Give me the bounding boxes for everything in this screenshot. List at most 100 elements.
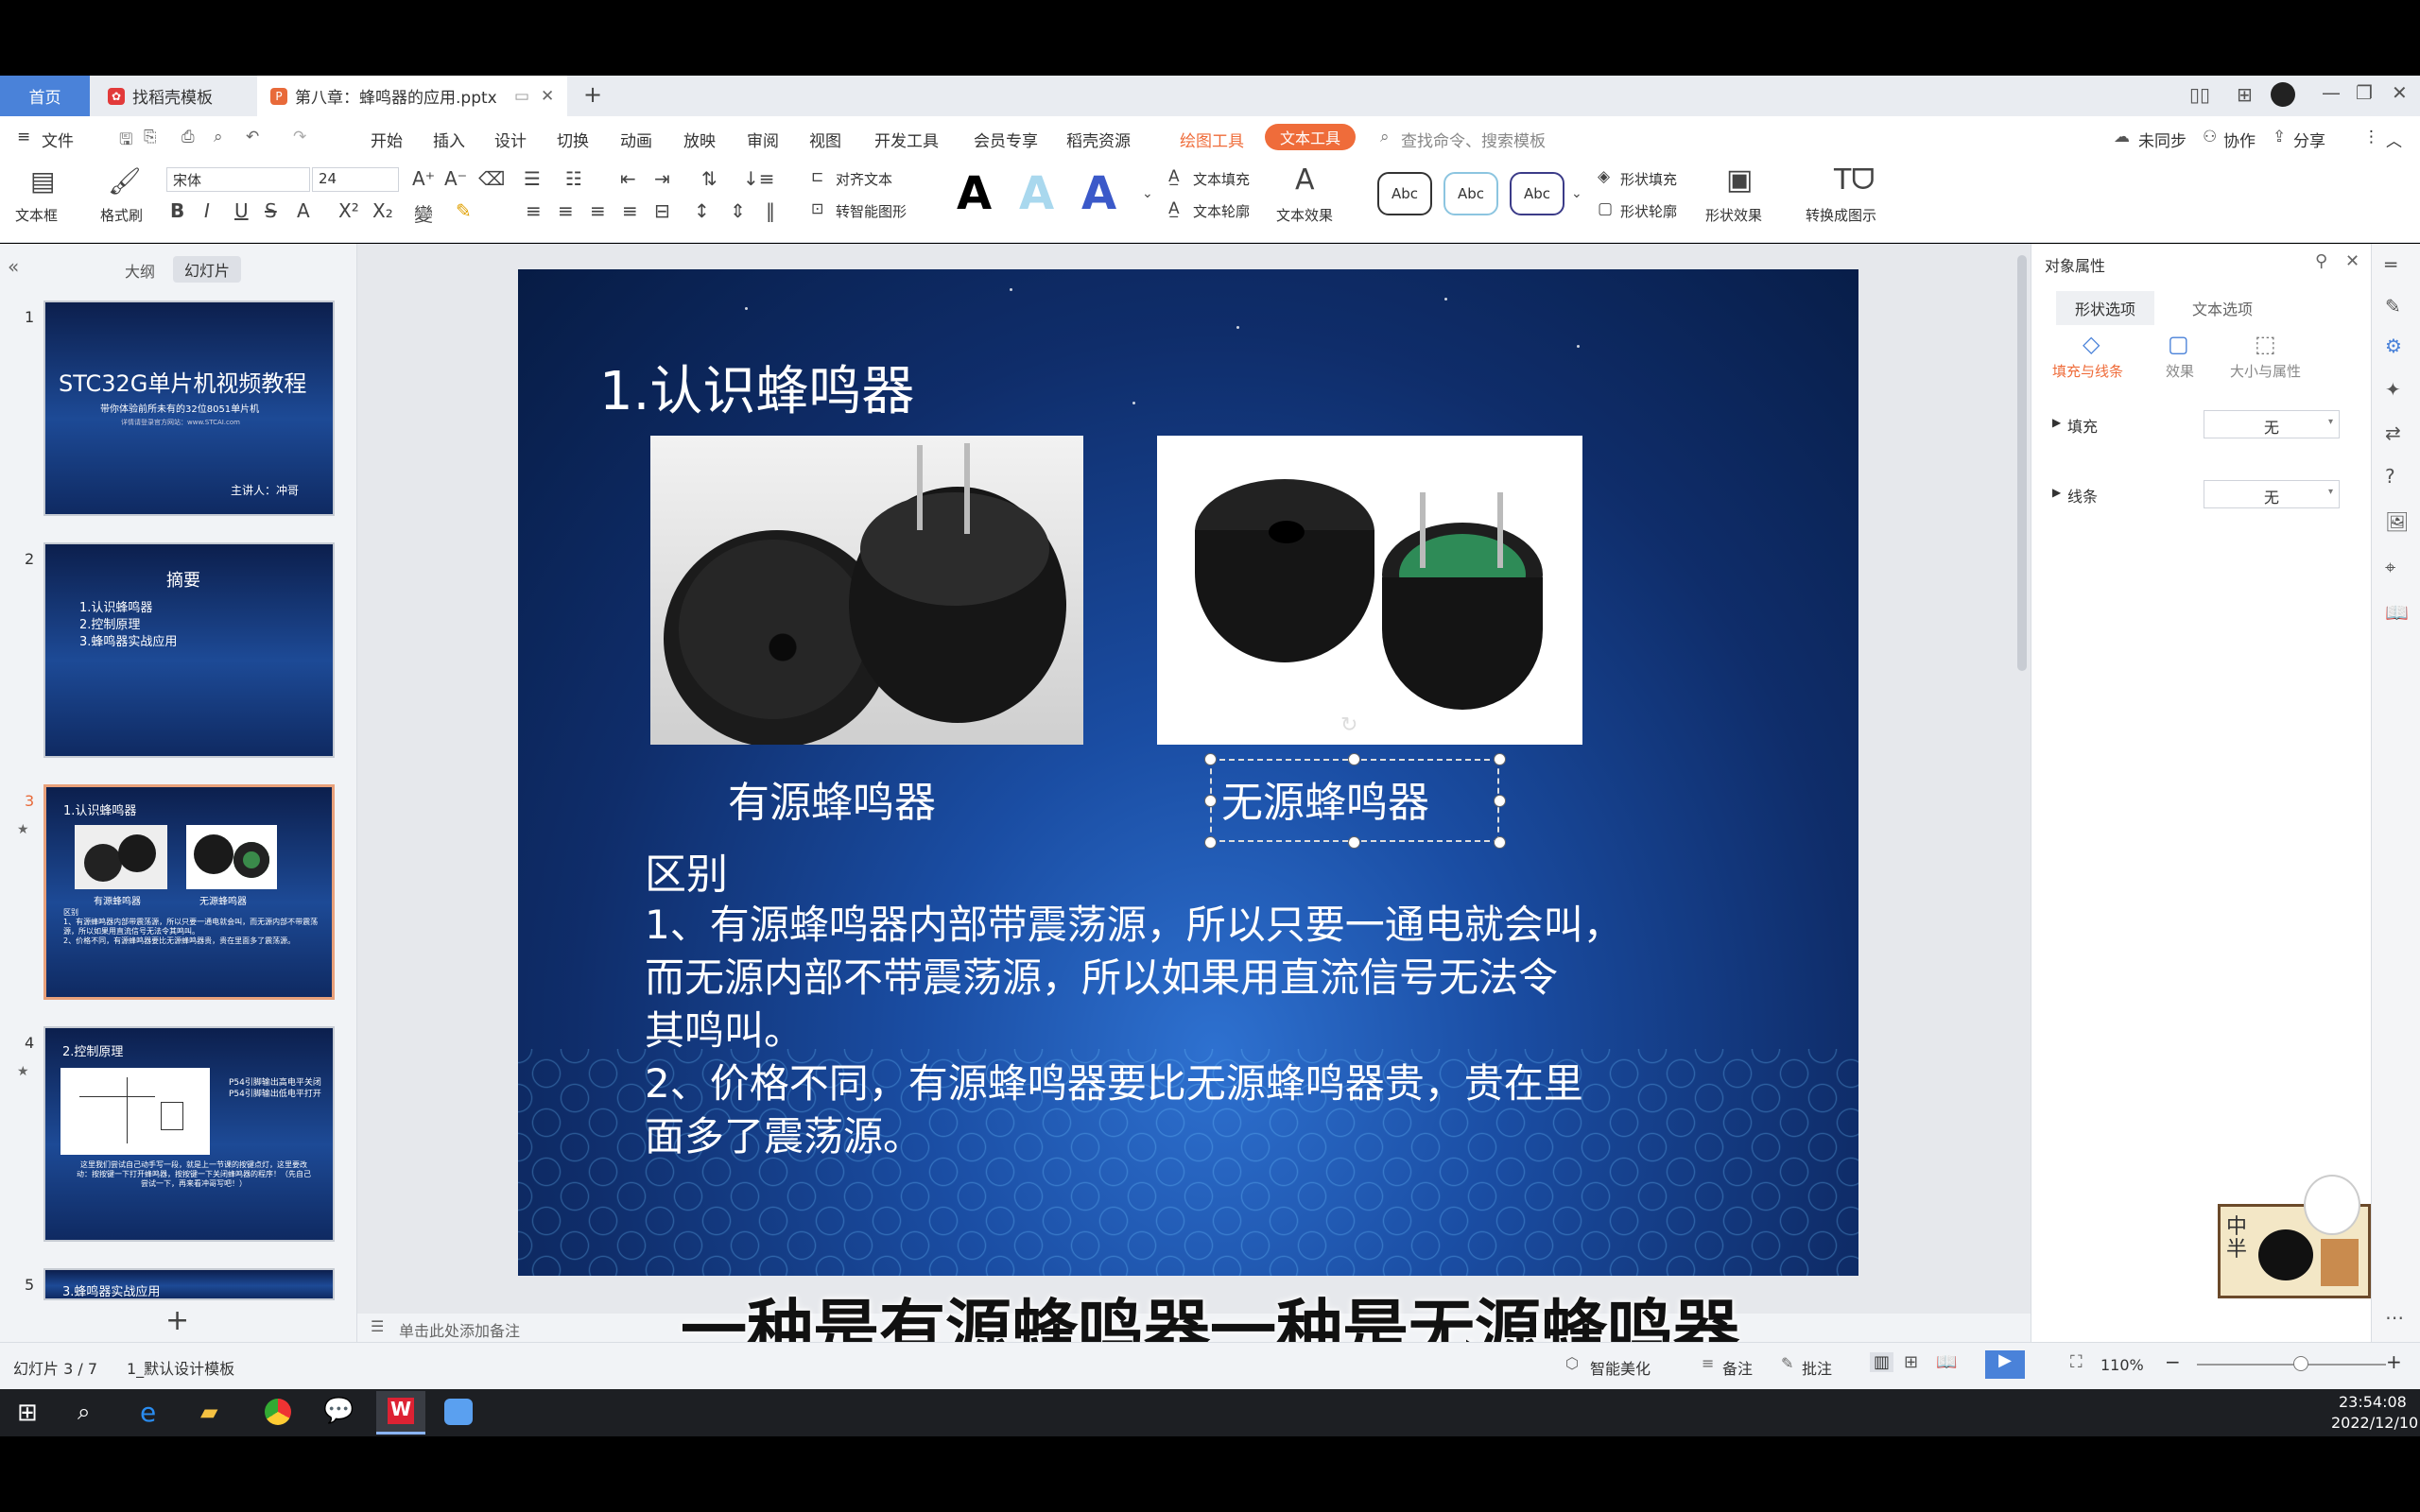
sort-icon[interactable]: ↓≡ bbox=[743, 167, 775, 190]
zoom-out-icon[interactable]: − bbox=[2165, 1350, 2181, 1373]
resize-handle[interactable] bbox=[1494, 836, 1506, 849]
notes-toggle-button[interactable]: 备注 bbox=[1722, 1356, 1753, 1379]
resize-handle[interactable] bbox=[1204, 753, 1217, 765]
align-center-icon[interactable]: ≡ bbox=[558, 199, 574, 222]
preview-icon[interactable]: ⌕ bbox=[214, 128, 223, 146]
font-grow-icon[interactable]: A⁺ bbox=[412, 167, 435, 190]
increase-indent-icon[interactable]: ⇥ bbox=[654, 167, 670, 190]
wechat-icon[interactable]: 💬 bbox=[323, 1397, 354, 1425]
font-shrink-icon[interactable]: A⁻ bbox=[444, 167, 467, 190]
menu-design[interactable]: 设计 bbox=[494, 128, 527, 151]
active-buzzer-photo[interactable] bbox=[650, 436, 1083, 745]
sorter-view-icon[interactable]: ⊞ bbox=[1904, 1352, 1918, 1372]
location-icon[interactable]: ⌖ bbox=[2385, 556, 2395, 578]
print-icon[interactable]: ⎙ bbox=[182, 128, 195, 146]
fill-select[interactable]: 无 ▾ bbox=[2204, 410, 2340, 438]
window-icon[interactable]: ▭ bbox=[514, 87, 529, 106]
distribute-icon[interactable]: ⊟ bbox=[654, 199, 670, 222]
clock-date[interactable]: 2022/12/10 bbox=[2331, 1414, 2418, 1432]
tab-home[interactable]: 首页 bbox=[0, 76, 90, 116]
text-style-light[interactable]: A bbox=[1019, 167, 1054, 220]
menu-devtools[interactable]: 开发工具 bbox=[874, 128, 939, 151]
grid-icon[interactable]: ⊞ bbox=[2237, 83, 2253, 106]
numbering-icon[interactable]: ☷ bbox=[565, 167, 582, 190]
text-effect-button[interactable]: 文本效果 bbox=[1276, 205, 1333, 225]
picture-icon[interactable]: 🖼 bbox=[2385, 510, 2409, 533]
transition-icon[interactable]: ⇄ bbox=[2385, 421, 2401, 444]
shape-effect-button[interactable]: 形状效果 bbox=[1705, 205, 1762, 225]
superscript-icon[interactable]: X² bbox=[338, 199, 359, 222]
format-painter-button[interactable]: 格式刷 bbox=[100, 205, 143, 225]
menu-start[interactable]: 开始 bbox=[371, 128, 403, 151]
bullets-icon[interactable]: ☰ bbox=[524, 167, 541, 190]
menu-view[interactable]: 视图 bbox=[809, 128, 841, 151]
line-select[interactable]: 无 ▾ bbox=[2204, 480, 2340, 508]
menu-file[interactable]: 文件 bbox=[42, 128, 74, 151]
more-icon[interactable]: ⋮ bbox=[2363, 128, 2379, 146]
passive-buzzer-photo[interactable] bbox=[1157, 436, 1582, 745]
sync-status[interactable]: 未同步 bbox=[2138, 128, 2187, 151]
shape-style-1[interactable]: Abc bbox=[1377, 172, 1432, 215]
menu-transition[interactable]: 切换 bbox=[557, 128, 589, 151]
justify-icon[interactable]: ≡ bbox=[622, 199, 638, 222]
textbox-button[interactable]: 文本框 bbox=[15, 205, 58, 225]
slide-title[interactable]: 1.认识蜂鸣器 bbox=[599, 349, 914, 425]
zoom-in-icon[interactable]: + bbox=[2386, 1350, 2402, 1373]
reading-view-icon[interactable]: 📖 bbox=[1936, 1352, 1957, 1372]
hamburger-icon[interactable]: ≡ bbox=[17, 128, 30, 146]
align-text-button[interactable]: 对齐文本 bbox=[836, 169, 892, 189]
file-explorer-icon[interactable]: ▰ bbox=[200, 1399, 217, 1425]
rotate-handle-icon[interactable]: ↻ bbox=[1340, 713, 1357, 737]
convert-graphic-button[interactable]: 转换成图示 bbox=[1806, 205, 1876, 225]
properties-icon[interactable]: ⚙ bbox=[2385, 335, 2402, 357]
body-line[interactable]: 而无源内部不带震荡源，所以如果用直流信号无法令 bbox=[645, 946, 1558, 1004]
search-icon[interactable]: ⌕ bbox=[78, 1399, 90, 1425]
difference-heading[interactable]: 区别 bbox=[645, 840, 728, 901]
shape-style-3[interactable]: Abc bbox=[1510, 172, 1564, 215]
collapse-pane-icon[interactable]: « bbox=[8, 255, 19, 278]
resize-handle[interactable] bbox=[1494, 753, 1506, 765]
decrease-indent-icon[interactable]: ⇤ bbox=[620, 167, 636, 190]
align-right-icon[interactable]: ≡ bbox=[590, 199, 606, 222]
fill-label[interactable]: 填充 bbox=[2067, 414, 2098, 437]
panel-title[interactable]: 对象属性 bbox=[2045, 253, 2105, 276]
menu-docer[interactable]: 稻壳资源 bbox=[1066, 128, 1131, 151]
redo-icon[interactable]: ↷ bbox=[293, 128, 306, 146]
export-icon[interactable]: ⎘ bbox=[144, 128, 157, 146]
tab-document[interactable]: P 第八章：蜂鸣器的应用.pptx ▭ ✕ bbox=[257, 76, 567, 116]
menu-insert[interactable]: 插入 bbox=[433, 128, 465, 151]
body-line[interactable]: 面多了震荡源。 bbox=[645, 1105, 923, 1162]
subtab-fill-line[interactable]: 填充与线条 bbox=[2052, 361, 2123, 381]
normal-view-icon[interactable]: ▥ bbox=[1870, 1352, 1894, 1372]
caption-active-buzzer[interactable]: 有源蜂鸣器 bbox=[728, 768, 936, 829]
smart-beautify-button[interactable]: 智能美化 bbox=[1590, 1356, 1651, 1379]
close-window-icon[interactable]: ✕ bbox=[2392, 81, 2408, 104]
more-tools-icon[interactable]: ═ bbox=[2385, 253, 2396, 276]
text-direction-icon[interactable]: ⇅ bbox=[701, 167, 717, 190]
columns-icon[interactable]: ‖ bbox=[766, 199, 775, 222]
underline-icon[interactable]: U bbox=[234, 199, 249, 222]
shape-style-2[interactable]: Abc bbox=[1443, 172, 1498, 215]
italic-icon[interactable]: I bbox=[204, 199, 210, 222]
command-search-input[interactable]: 查找命令、搜索模板 bbox=[1401, 128, 1546, 151]
layout-icon[interactable]: ▯▯ bbox=[2189, 83, 2210, 106]
resize-handle[interactable] bbox=[1494, 795, 1506, 807]
undo-icon[interactable]: ↶ bbox=[246, 128, 259, 146]
slide-thumb-3[interactable]: 1.认识蜂鸣器 有源蜂鸣器 无源蜂鸣器 区别 1、有源蜂鸣器内部带震荡源，所以只… bbox=[43, 784, 335, 1000]
text-outline-button[interactable]: 文本轮廓 bbox=[1193, 201, 1250, 221]
play-slideshow-icon[interactable]: ▶ bbox=[1985, 1350, 2025, 1379]
edge-icon[interactable]: e bbox=[140, 1397, 156, 1428]
tab-text-options[interactable]: 文本选项 bbox=[2192, 297, 2253, 319]
highlight-icon[interactable]: ✎ bbox=[456, 199, 472, 222]
body-line[interactable]: 2、价格不同，有源蜂鸣器要比无源蜂鸣器贵，贵在里 bbox=[645, 1052, 1583, 1109]
chrome-icon[interactable] bbox=[265, 1399, 291, 1425]
fit-window-icon[interactable]: ⛶ bbox=[2070, 1352, 2083, 1372]
shape-outline-button[interactable]: 形状轮廓 bbox=[1620, 201, 1677, 221]
resize-handle[interactable] bbox=[1348, 753, 1360, 765]
font-size-select[interactable]: 24 bbox=[312, 167, 399, 192]
slide-3[interactable]: 1.认识蜂鸣器 有源蜂鸣器 无源蜂鸣器 ↻ 区别 1、有源蜂鸣器内部带震荡源，所… bbox=[518, 269, 1858, 1276]
close-tab-icon[interactable]: ✕ bbox=[541, 87, 554, 106]
help-icon[interactable]: ? bbox=[2385, 465, 2395, 488]
animation-icon[interactable]: ✦ bbox=[2385, 378, 2401, 401]
menu-text-tools[interactable]: 文本工具 bbox=[1265, 124, 1357, 150]
